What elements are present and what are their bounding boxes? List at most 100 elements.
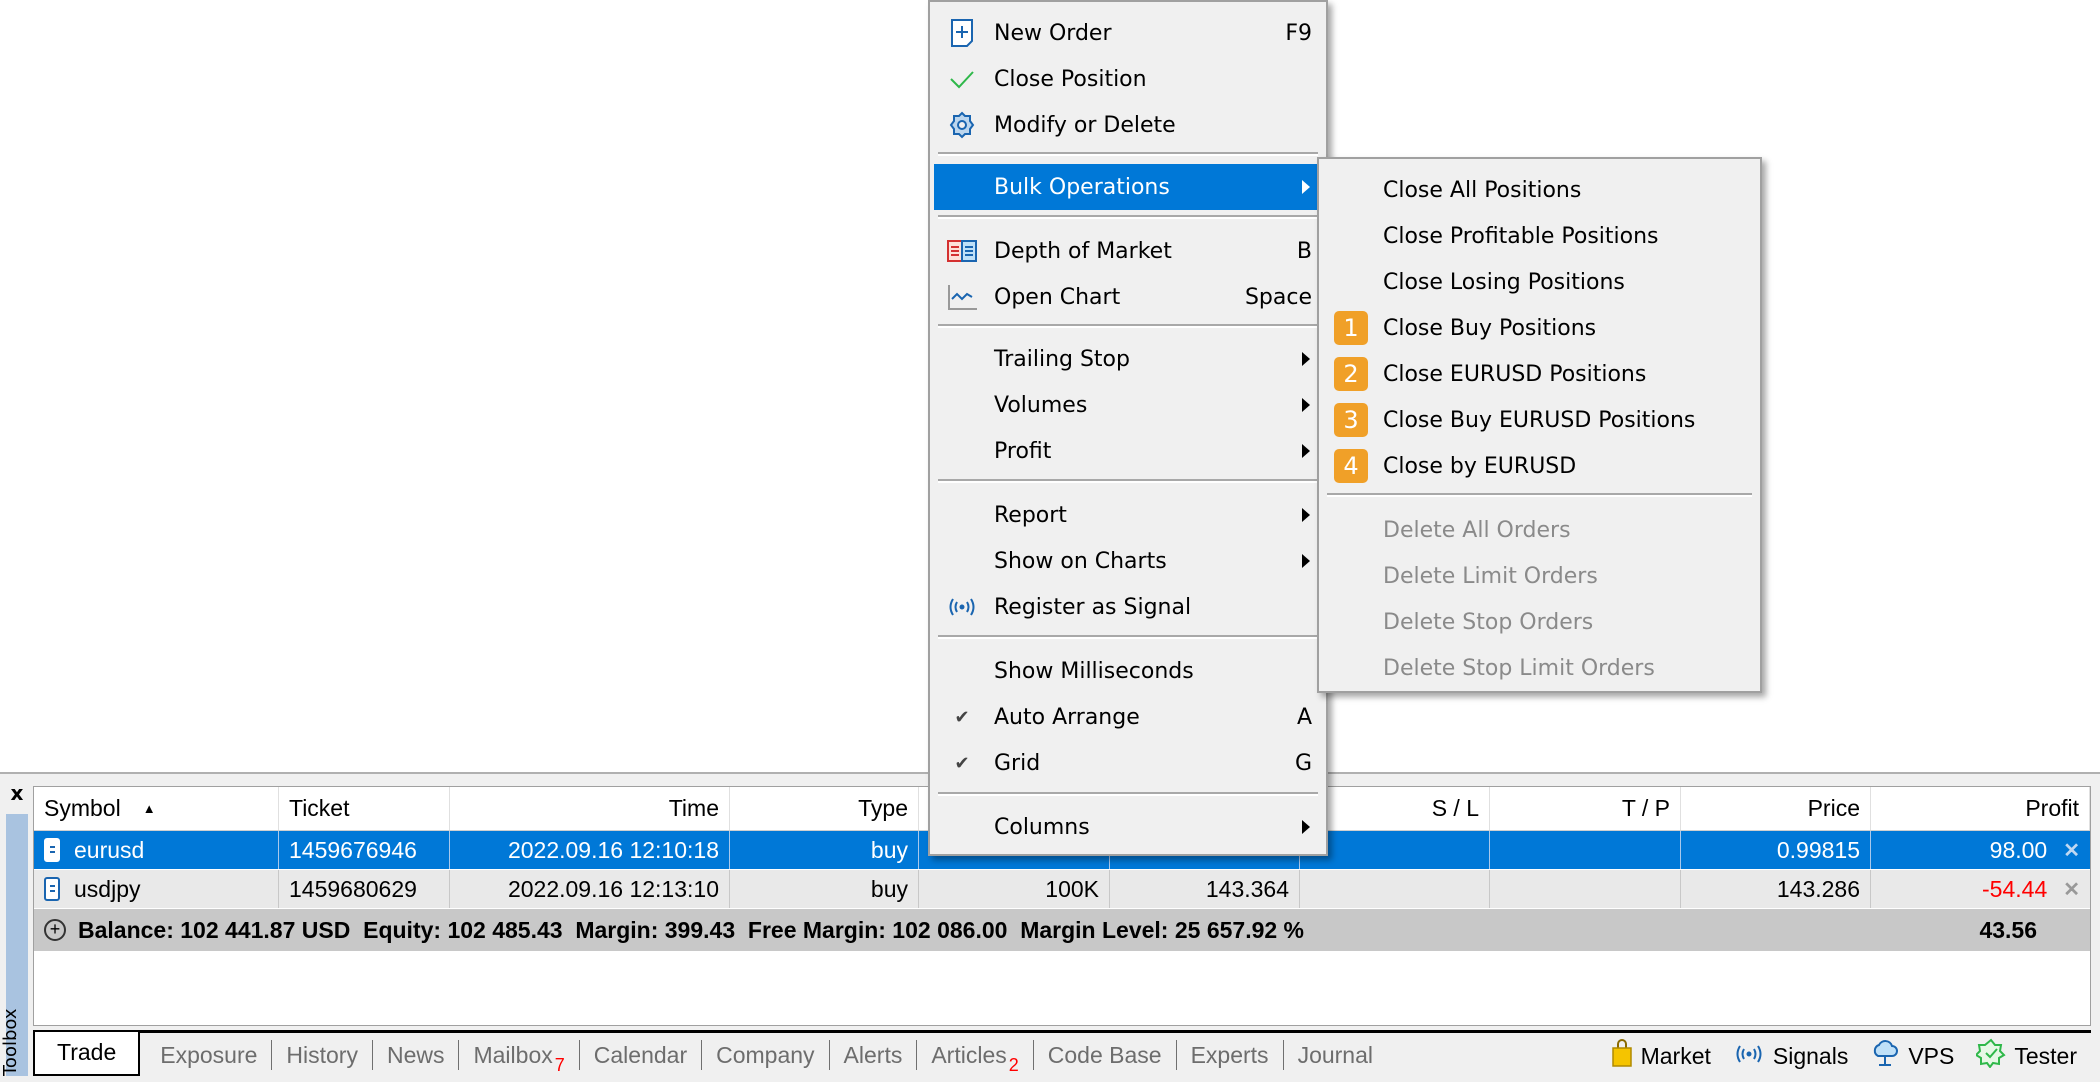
menu-item-label: Open Chart xyxy=(994,284,1121,310)
menu-item-modify-or-delete[interactable]: Modify or Delete xyxy=(934,102,1322,148)
tester-star-icon xyxy=(1974,1038,2014,1074)
tab-alerts[interactable]: Alerts xyxy=(830,1039,918,1070)
menu-separator xyxy=(938,152,1318,156)
menu-item-auto-arrange[interactable]: ✔ Auto Arrange A xyxy=(934,694,1322,740)
menu-item-label: Volumes xyxy=(994,392,1088,418)
menu-item-label: Close All Positions xyxy=(1383,177,1582,203)
bulk-operations-submenu: Close All Positions Close Profitable Posi… xyxy=(1317,157,1762,693)
table-row[interactable]: usdjpy 1459680629 2022.09.16 12:13:10 bu… xyxy=(34,870,2090,908)
tab-trade[interactable]: Trade xyxy=(33,1031,141,1076)
menu-item-close-position[interactable]: Close Position xyxy=(934,56,1322,102)
tab-mailbox[interactable]: Mailbox 7 xyxy=(459,1039,580,1075)
hotkey-badge: 1 xyxy=(1331,305,1371,351)
column-header-ticket[interactable]: Ticket xyxy=(279,787,450,830)
submenu-item-close-by-eurusd[interactable]: 4 Close by EURUSD xyxy=(1323,443,1756,489)
symbol-text: usdjpy xyxy=(74,875,141,902)
toolbox-close-button[interactable]: x xyxy=(6,782,28,804)
close-position-icon[interactable]: ✕ xyxy=(2063,877,2080,902)
menu-item-volumes[interactable]: Volumes xyxy=(934,382,1322,428)
menu-item-shortcut: A xyxy=(1296,704,1312,730)
tab-articles[interactable]: Articles 2 xyxy=(917,1039,1034,1075)
menu-item-label: Delete Stop Limit Orders xyxy=(1383,655,1655,681)
column-header-price[interactable]: Price xyxy=(1681,787,1871,830)
toolbox-title: Toolbox xyxy=(0,1008,21,1077)
menu-item-show-on-charts[interactable]: Show on Charts xyxy=(934,538,1322,584)
column-label: Symbol xyxy=(44,795,121,821)
tab-experts[interactable]: Experts xyxy=(1177,1039,1284,1070)
tab-code-base[interactable]: Code Base xyxy=(1034,1039,1177,1070)
submenu-arrow-icon xyxy=(1302,554,1310,568)
service-market-button[interactable]: Market xyxy=(1611,1039,1711,1073)
total-profit: 43.56 xyxy=(1979,916,2037,943)
tab-company[interactable]: Company xyxy=(702,1039,830,1070)
menu-item-label: Close Buy Positions xyxy=(1383,315,1597,341)
menu-item-grid[interactable]: ✔ Grid G xyxy=(934,740,1322,786)
gear-icon xyxy=(942,102,982,148)
column-header-time[interactable]: Time xyxy=(450,787,730,830)
menu-item-depth-of-market[interactable]: Depth of Market B xyxy=(934,228,1322,274)
cell-ticket: 1459676946 xyxy=(279,831,450,869)
tab-history[interactable]: History xyxy=(272,1039,373,1070)
cell-type: buy xyxy=(730,870,919,908)
menu-item-bulk-operations[interactable]: Bulk Operations xyxy=(934,164,1322,210)
submenu-item-close-buy-eurusd-positions[interactable]: 3 Close Buy EURUSD Positions xyxy=(1323,397,1756,443)
menu-separator xyxy=(938,215,1318,219)
menu-item-trailing-stop[interactable]: Trailing Stop xyxy=(934,336,1322,382)
menu-item-label: Columns xyxy=(994,814,1090,840)
menu-item-new-order[interactable]: New Order F9 xyxy=(934,10,1322,56)
service-label: Tester xyxy=(2014,1042,2077,1069)
column-header-sl[interactable]: S / L xyxy=(1300,787,1490,830)
cell-profit: -54.44 ✕ xyxy=(1871,870,2090,908)
service-label: Signals xyxy=(1772,1042,1849,1069)
account-summary-row[interactable]: + Balance: 102 441.87 USD Equity: 102 48… xyxy=(34,909,2090,951)
context-menu: New Order F9 Close Position Modify or Delet… xyxy=(928,0,1328,856)
submenu-item-close-buy-positions[interactable]: 1 Close Buy Positions xyxy=(1323,305,1756,351)
menu-item-profit[interactable]: Profit xyxy=(934,428,1322,474)
hotkey-badge: 2 xyxy=(1331,351,1371,397)
submenu-item-delete-stop-limit-orders: Delete Stop Limit Orders xyxy=(1323,645,1756,691)
service-vps-button[interactable]: VPS xyxy=(1870,1038,1954,1074)
checkmark-icon: ✔ xyxy=(954,706,970,728)
column-header-tp[interactable]: T / P xyxy=(1490,787,1681,830)
menu-item-report[interactable]: Report xyxy=(934,492,1322,538)
menu-item-label: Delete Limit Orders xyxy=(1383,563,1598,589)
submenu-item-close-profitable-positions[interactable]: Close Profitable Positions xyxy=(1323,213,1756,259)
position-icon xyxy=(44,877,60,901)
tab-label: Experts xyxy=(1190,1041,1269,1068)
column-header-symbol[interactable]: Symbol ▲ xyxy=(34,787,279,830)
submenu-item-close-all-positions[interactable]: Close All Positions xyxy=(1323,167,1756,213)
cell-time: 2022.09.16 12:13:10 xyxy=(450,870,730,908)
menu-item-label: Close Position xyxy=(994,66,1147,92)
toolbox-sidebar-strip[interactable]: Toolbox xyxy=(0,814,28,1076)
tab-journal[interactable]: Journal xyxy=(1284,1040,1387,1070)
menu-item-columns[interactable]: Columns xyxy=(934,804,1322,850)
signal-icon xyxy=(1733,1043,1773,1070)
service-tester-button[interactable]: Tester xyxy=(1974,1038,2077,1074)
menu-item-label: Profit xyxy=(994,438,1052,464)
menu-item-shortcut: B xyxy=(1296,238,1312,264)
column-header-profit[interactable]: Profit xyxy=(1871,787,2090,830)
cell-sl xyxy=(1300,831,1490,869)
menu-item-label: Auto Arrange xyxy=(994,704,1140,730)
service-signals-button[interactable]: Signals xyxy=(1733,1043,1848,1070)
menu-item-open-chart[interactable]: Open Chart Space xyxy=(934,274,1322,320)
tab-label: Trade xyxy=(57,1038,117,1065)
menu-item-label: Close Profitable Positions xyxy=(1383,223,1659,249)
menu-separator xyxy=(938,324,1318,328)
submenu-item-close-eurusd-positions[interactable]: 2 Close EURUSD Positions xyxy=(1323,351,1756,397)
summary-text: Balance: 102 441.87 USD Equity: 102 485.… xyxy=(78,916,1305,943)
expand-plus-icon[interactable]: + xyxy=(44,919,66,941)
tab-news[interactable]: News xyxy=(373,1039,460,1070)
tab-calendar[interactable]: Calendar xyxy=(580,1039,703,1070)
menu-item-register-as-signal[interactable]: Register as Signal xyxy=(934,584,1322,630)
menu-item-label: Close by EURUSD xyxy=(1383,453,1577,479)
menu-item-show-milliseconds[interactable]: Show Milliseconds xyxy=(934,648,1322,694)
hotkey-badge: 4 xyxy=(1331,443,1371,489)
column-header-type[interactable]: Type xyxy=(730,787,919,830)
checkmark-icon xyxy=(942,56,982,102)
close-position-icon[interactable]: ✕ xyxy=(2063,838,2080,863)
submenu-item-close-losing-positions[interactable]: Close Losing Positions xyxy=(1323,259,1756,305)
menu-item-label: Bulk Operations xyxy=(994,174,1170,200)
tab-exposure[interactable]: Exposure xyxy=(146,1039,273,1070)
cell-tp xyxy=(1490,831,1681,869)
